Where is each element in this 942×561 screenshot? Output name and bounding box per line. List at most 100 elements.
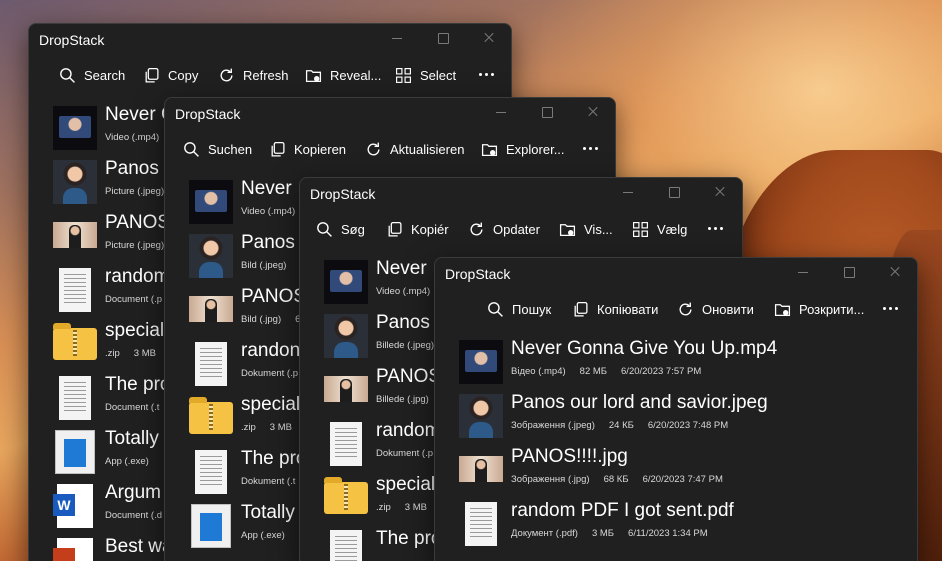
file-type: Document (.t [105, 402, 160, 413]
select-button[interactable]: Vælg [632, 218, 687, 240]
folder-reveal-icon [305, 69, 322, 82]
file-type: .zip [241, 422, 256, 433]
reveal-button[interactable]: Reveal... [305, 64, 381, 86]
file-meta: Bild (.jpeg) [241, 260, 300, 271]
app-icon [191, 504, 231, 548]
list-item[interactable]: PANOS!!!!.jpg Зображення (.jpg) 68 КБ 6/20/… [435, 444, 917, 496]
zip-folder-icon [324, 477, 368, 514]
reveal-label: Reveal... [330, 67, 382, 83]
search-label: Search [84, 67, 126, 83]
file-name: Panos our lord and savior.jpeg [511, 392, 768, 413]
reveal-button[interactable]: Розкрити... [774, 298, 864, 320]
file-meta: .zip 3 MB [105, 348, 170, 359]
close-button[interactable] [481, 30, 497, 46]
refresh-button[interactable]: Opdater [468, 218, 540, 240]
title-bar[interactable]: DropStack [435, 258, 917, 288]
folder-reveal-icon [481, 143, 498, 156]
photo-thumbnail [324, 376, 368, 402]
document-thumbnail [195, 342, 227, 386]
refresh-label: Refresh [243, 67, 289, 83]
close-button[interactable] [585, 104, 601, 120]
file-date: 6/20/2023 7:48 PM [647, 420, 729, 431]
command-bar: Suchen Kopieren Aktualisieren Explorer..… [165, 128, 615, 168]
file-type: Документ (.pdf) [511, 528, 578, 539]
photo-thumbnail [324, 314, 368, 358]
search-button[interactable]: Suchen [183, 138, 252, 160]
close-button[interactable] [712, 184, 728, 200]
copy-button[interactable]: Копіювати [572, 298, 658, 320]
minimize-button[interactable] [389, 30, 405, 46]
minimize-button[interactable] [620, 184, 636, 200]
file-name: PANOS [105, 212, 171, 233]
command-bar: Søg Kopiér Opdater Vis... Vælg [300, 208, 742, 248]
close-button[interactable] [887, 264, 903, 280]
maximize-button[interactable] [841, 264, 857, 280]
word-document-icon [53, 484, 93, 528]
file-meta: Відео (.mp4) 82 МБ 6/20/2023 7:57 PM [511, 366, 715, 377]
copy-icon [145, 67, 159, 83]
document-thumbnail [59, 376, 91, 420]
file-name: random PDF I got sent.pdf [511, 500, 734, 521]
reveal-button[interactable]: Explorer... [481, 138, 565, 160]
title-bar[interactable]: DropStack [300, 178, 742, 208]
file-type: Billede (.jpg) [376, 394, 429, 405]
photo-thumbnail [459, 456, 503, 482]
refresh-icon [367, 142, 380, 155]
list-item[interactable]: Panos our lord and savior.jpeg Зображення… [435, 390, 917, 442]
file-name: randon [241, 340, 301, 361]
reveal-label: Розкрити... [799, 301, 865, 317]
copy-label: Kopieren [294, 141, 347, 157]
window-title: DropStack [445, 266, 511, 282]
photo-thumbnail [53, 160, 97, 204]
copy-button[interactable]: Copy [143, 64, 198, 86]
more-options-button[interactable] [581, 138, 603, 158]
file-name: PANOS [376, 366, 442, 387]
file-type: Picture (.jpeg) [105, 240, 165, 251]
copy-button[interactable]: Kopiér [386, 218, 449, 240]
select-label: Vælg [657, 221, 688, 237]
copy-button[interactable]: Kopieren [269, 138, 346, 160]
maximize-button[interactable] [539, 104, 555, 120]
title-bar[interactable]: DropStack [29, 24, 511, 54]
reveal-label: Vis... [584, 221, 613, 237]
file-size: 24 КБ [608, 420, 634, 431]
file-name: PANOS [241, 286, 307, 307]
refresh-button[interactable]: Оновити [677, 298, 754, 320]
file-name: special [376, 474, 436, 495]
dropstack-window-ukrainian[interactable]: DropStack Пошук Копіювати Оновити Розкри… [434, 257, 918, 561]
file-type: Відео (.mp4) [511, 366, 566, 377]
copy-label: Copy [168, 67, 199, 83]
minimize-button[interactable] [795, 264, 811, 280]
minimize-button[interactable] [493, 104, 509, 120]
search-label: Пошук [512, 301, 552, 317]
photo-thumbnail [459, 394, 503, 438]
search-button[interactable]: Search [59, 64, 125, 86]
file-size: 3 MB [269, 422, 292, 433]
reveal-button[interactable]: Vis... [559, 218, 613, 240]
title-bar[interactable]: DropStack [165, 98, 615, 128]
file-name: The pro [105, 374, 171, 395]
select-button[interactable]: Select [395, 64, 456, 86]
file-meta: Video (.mp4) [105, 132, 173, 143]
search-icon [60, 67, 75, 83]
document-thumbnail [330, 530, 362, 561]
document-thumbnail [465, 502, 497, 546]
file-type: Bild (.jpg) [241, 314, 282, 325]
refresh-button[interactable]: Refresh [218, 64, 289, 86]
list-item[interactable]: Never Gonna Give You Up.mp4 Відео (.mp4) 8… [435, 336, 917, 388]
search-button[interactable]: Пошук [487, 298, 551, 320]
file-type: Picture (.jpeg) [105, 186, 165, 197]
list-item[interactable]: random PDF I got sent.pdf Документ (.pdf)… [435, 498, 917, 550]
more-options-button[interactable] [477, 64, 499, 84]
search-button[interactable]: Søg [316, 218, 365, 240]
more-options-button[interactable] [706, 218, 728, 238]
maximize-button[interactable] [666, 184, 682, 200]
file-meta: Документ (.pdf) 3 МБ 6/11/2023 1:34 PM [511, 528, 722, 539]
maximize-button[interactable] [435, 30, 451, 46]
more-options-button[interactable] [881, 298, 903, 318]
refresh-button[interactable]: Aktualisieren [365, 138, 464, 160]
copy-label: Kopiér [411, 221, 449, 237]
command-bar: Search Copy Refresh Reveal... Select [29, 54, 511, 94]
search-icon [488, 301, 503, 317]
refresh-icon [679, 302, 692, 315]
